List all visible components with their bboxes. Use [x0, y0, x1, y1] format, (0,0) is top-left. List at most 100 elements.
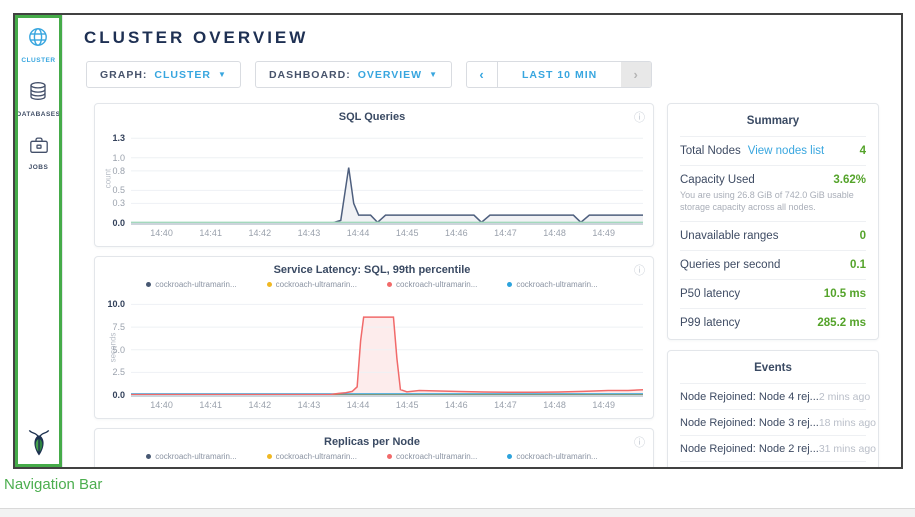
- summary-row-left: P99 latency: [680, 317, 740, 329]
- toolbar: GRAPH: CLUSTER ▼ DASHBOARD: OVERVIEW ▼ ‹…: [86, 61, 901, 88]
- chart-service-latency: Service Latency: SQL, 99th percentileⓘco…: [94, 256, 654, 419]
- summary-value: 0: [860, 230, 866, 242]
- summary-value: 0.1: [850, 259, 866, 271]
- chart-legend: cockroach-ultramarin... cockroach-ultrama…: [101, 280, 643, 289]
- time-range-prev-button[interactable]: ‹: [467, 62, 498, 87]
- summary-value: 3.62%: [833, 174, 866, 186]
- legend-item[interactable]: cockroach-ultramarin...: [146, 452, 236, 461]
- legend-dot: [267, 282, 272, 287]
- y-tick: 10.0: [107, 299, 125, 309]
- chevron-down-icon: ▼: [218, 70, 227, 79]
- summary-value: 285.2 ms: [817, 317, 866, 329]
- y-tick: 1.3: [112, 133, 125, 143]
- chart-sql-queries: SQL Queriesⓘcount1.31.00.80.50.30.014:40…: [94, 103, 654, 247]
- y-tick: 0.3: [112, 198, 125, 208]
- sidebar-item-cluster[interactable]: CLUSTER: [21, 26, 55, 64]
- summary-row: P99 latency 285.2 ms: [680, 309, 866, 337]
- legend-item[interactable]: cockroach-ultramarin...: [507, 452, 597, 461]
- legend-label: cockroach-ultramarin...: [516, 280, 597, 289]
- time-range-label[interactable]: LAST 10 MIN: [498, 62, 621, 87]
- summary-row-left: Unavailable ranges: [680, 230, 778, 242]
- x-tick: 14:43: [298, 228, 321, 238]
- info-icon[interactable]: ⓘ: [634, 109, 645, 125]
- legend-dot: [267, 454, 272, 459]
- event-row: Node Rejoined: Node 1 rej...an hour ago: [680, 462, 866, 467]
- x-tick: 14:44: [347, 228, 370, 238]
- chart-body: count1.31.00.80.50.30.0: [101, 133, 643, 225]
- x-tick: 14:40: [150, 400, 173, 410]
- event-message: Node Rejoined: Node 3 rej...: [680, 417, 819, 429]
- dashboard-dropdown[interactable]: DASHBOARD: OVERVIEW ▼: [255, 61, 452, 88]
- chevron-down-icon: ▼: [429, 70, 438, 79]
- x-tick: 14:48: [543, 400, 566, 410]
- annotation-label: Navigation Bar: [4, 476, 102, 493]
- y-tick: 0.0: [112, 218, 125, 228]
- summary-label: P99 latency: [680, 317, 740, 329]
- legend-item[interactable]: cockroach-ultramarin...: [146, 280, 236, 289]
- chart-replicas-per-node: Replicas per Nodeⓘ cockroach-ultramarin..…: [94, 428, 654, 467]
- chart-title: Replicas per Node: [101, 436, 643, 448]
- events-panel: Events Node Rejoined: Node 4 rej...2 min…: [667, 350, 879, 467]
- x-tick: 14:43: [298, 400, 321, 410]
- page-title: CLUSTER OVERVIEW: [84, 28, 901, 48]
- legend-label: cockroach-ultramarin...: [276, 452, 357, 461]
- summary-label: Unavailable ranges: [680, 230, 778, 242]
- info-icon[interactable]: ⓘ: [634, 262, 645, 278]
- event-message: Node Rejoined: Node 4 rej...: [680, 391, 819, 403]
- content-row: SQL Queriesⓘcount1.31.00.80.50.30.014:40…: [94, 103, 901, 467]
- summary-row-main: P99 latency 285.2 ms: [680, 317, 866, 329]
- y-tick: 2.5: [112, 367, 125, 377]
- x-tick: 14:49: [592, 228, 615, 238]
- summary-row-left: P50 latency: [680, 288, 740, 300]
- y-axis: 10.07.55.02.50.0: [101, 299, 131, 395]
- y-tick: 0.0: [112, 390, 125, 400]
- y-axis: 1.31.00.80.50.30.0: [101, 133, 131, 223]
- legend-label: cockroach-ultramarin...: [155, 280, 236, 289]
- info-icon[interactable]: ⓘ: [634, 434, 645, 450]
- sidebar-item-databases[interactable]: DATABASES: [17, 81, 61, 118]
- legend-item[interactable]: cockroach-ultramarin...: [507, 280, 597, 289]
- time-range-next-button[interactable]: ›: [621, 62, 651, 87]
- summary-row-left: Capacity Used: [680, 174, 755, 186]
- event-row: Node Rejoined: Node 2 rej...31 mins ago: [680, 436, 866, 462]
- plot-area: [131, 133, 643, 225]
- event-message: Node Rejoined: Node 2 rej...: [680, 443, 819, 455]
- legend-dot: [507, 454, 512, 459]
- event-time: 2 mins ago: [819, 391, 870, 403]
- legend-item[interactable]: cockroach-ultramarin...: [387, 452, 477, 461]
- dashboard-dropdown-value: OVERVIEW: [358, 69, 422, 81]
- x-tick: 14:41: [199, 228, 222, 238]
- y-tick: 0.8: [112, 166, 125, 176]
- legend-item[interactable]: cockroach-ultramarin...: [267, 280, 357, 289]
- summary-label: Queries per second: [680, 259, 780, 271]
- sidebar-item-jobs[interactable]: JOBS: [28, 135, 50, 171]
- events-title: Events: [680, 351, 866, 384]
- cluster-globe-icon: [27, 26, 49, 53]
- summary-row: P50 latency 10.5 ms: [680, 280, 866, 309]
- x-tick: 14:45: [396, 400, 419, 410]
- x-tick: 14:46: [445, 400, 468, 410]
- legend-item[interactable]: cockroach-ultramarin...: [267, 452, 357, 461]
- legend-label: cockroach-ultramarin...: [396, 452, 477, 461]
- app-window: CLUSTER DATABASES JOBS: [13, 13, 903, 469]
- legend-item[interactable]: cockroach-ultramarin...: [387, 280, 477, 289]
- x-axis: 14:4014:4114:4214:4314:4414:4514:4614:47…: [137, 397, 643, 412]
- summary-row: Unavailable ranges 0: [680, 222, 866, 251]
- cockroachdb-logo[interactable]: [26, 428, 52, 462]
- chart-legend: cockroach-ultramarin... cockroach-ultrama…: [101, 452, 643, 461]
- navigation-bar: CLUSTER DATABASES JOBS: [15, 15, 63, 467]
- sidebar-item-label: JOBS: [29, 164, 49, 171]
- graph-dropdown[interactable]: GRAPH: CLUSTER ▼: [86, 61, 241, 88]
- x-tick: 14:41: [199, 400, 222, 410]
- summary-row-main: Queries per second 0.1: [680, 259, 866, 271]
- y-tick: 1.0: [112, 153, 125, 163]
- summary-row-left: Queries per second: [680, 259, 780, 271]
- x-tick: 14:42: [249, 400, 272, 410]
- x-tick: 14:42: [249, 228, 272, 238]
- event-row: Node Rejoined: Node 4 rej...2 mins ago: [680, 384, 866, 410]
- summary-row-main: P50 latency 10.5 ms: [680, 288, 866, 300]
- summary-value: 10.5 ms: [824, 288, 866, 300]
- view-nodes-link[interactable]: View nodes list: [748, 145, 825, 157]
- graph-dropdown-label: GRAPH:: [100, 69, 147, 81]
- y-tick: 7.5: [112, 322, 125, 332]
